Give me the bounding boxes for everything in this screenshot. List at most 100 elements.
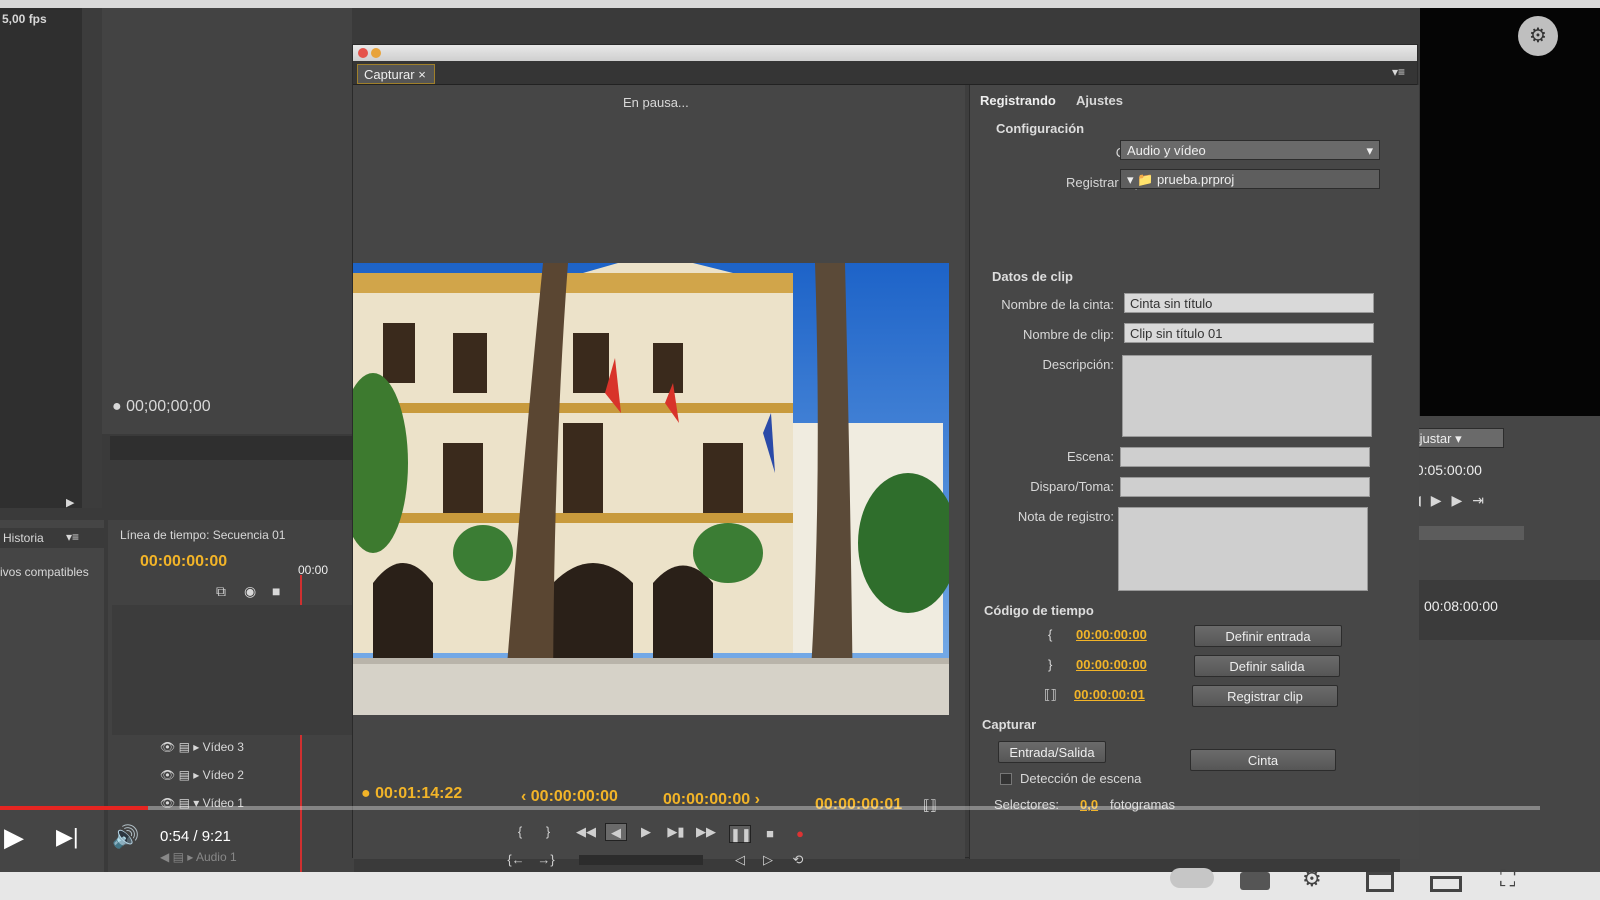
logging-pane: Registrando Ajustes Configuración Captur… bbox=[969, 85, 1419, 859]
source-scrub-bar[interactable] bbox=[110, 436, 352, 460]
description-field[interactable] bbox=[1122, 355, 1372, 437]
shot-take-field[interactable] bbox=[1120, 477, 1370, 497]
shot-take-label: Disparo/Toma: bbox=[1030, 479, 1114, 494]
in-point-display[interactable]: ‹ 00:00:00:00 bbox=[521, 788, 618, 806]
log-note-field[interactable] bbox=[1118, 507, 1368, 591]
panel-menu-icon[interactable]: ▾≡ bbox=[1392, 65, 1405, 79]
timeline-tracks-area bbox=[112, 605, 354, 735]
next-icon[interactable]: ▶| bbox=[56, 824, 79, 850]
fit-dropdown[interactable]: Ajustar ▾ bbox=[1404, 428, 1504, 448]
timecode-section-title: Código de tiempo bbox=[984, 603, 1094, 618]
duration-display[interactable]: 00:00:00:01 bbox=[815, 796, 902, 814]
fps-label: 5,00 fps bbox=[2, 12, 47, 26]
tape-name-label: Nombre de la cinta: bbox=[1001, 297, 1114, 312]
step-back-icon[interactable]: ◀ bbox=[605, 823, 627, 841]
clip-data-section-title: Datos de clip bbox=[992, 269, 1073, 284]
capture-dropdown[interactable]: Audio y vídeo ▾ bbox=[1120, 140, 1380, 160]
track-video-2[interactable]: 👁 ▤ ▸ Vídeo 2 bbox=[160, 768, 244, 782]
log-clip-button[interactable]: Registrar clip bbox=[1192, 685, 1338, 707]
record-icon[interactable]: ● bbox=[789, 825, 811, 843]
minimize-window-icon[interactable] bbox=[371, 48, 381, 58]
set-out-icon[interactable]: } bbox=[537, 823, 559, 841]
current-timecode[interactable]: ● 00:01:14:22 bbox=[361, 785, 462, 803]
project-panel bbox=[0, 8, 82, 508]
monitor-bezel-top bbox=[0, 0, 1600, 8]
stop-icon[interactable]: ■ bbox=[759, 825, 781, 843]
tape-button[interactable]: Cinta bbox=[1190, 749, 1336, 771]
scene-detect-checkbox[interactable] bbox=[1000, 773, 1012, 785]
tab-logging[interactable]: Registrando bbox=[980, 93, 1056, 108]
volume-icon[interactable]: 🔊 bbox=[112, 824, 139, 850]
set-in-icon[interactable]: { bbox=[509, 823, 531, 841]
capture-tabbar: Capturar × ▾≡ bbox=[353, 61, 1417, 85]
tc-duration-value[interactable]: 00:00:00:01 bbox=[1074, 687, 1145, 702]
program-transport-icons[interactable]: ◀▶▶⇥ bbox=[1410, 492, 1494, 509]
duration-small-icon: ⟦⟧ bbox=[1044, 687, 1057, 702]
subtitles-icon[interactable] bbox=[1240, 872, 1270, 890]
play-small-icon[interactable]: ▶ bbox=[66, 496, 74, 509]
program-time-2: 00:08:00:00 bbox=[1424, 598, 1498, 614]
video-frame-image bbox=[353, 263, 949, 715]
compatible-label: ivos compatibles bbox=[0, 565, 89, 579]
video-frame bbox=[353, 263, 949, 715]
config-section-title: Configuración bbox=[996, 121, 1085, 136]
program-monitor-view bbox=[1420, 8, 1600, 416]
lock-icon[interactable]: ■ bbox=[272, 583, 280, 599]
monitor-bezel-bottom bbox=[0, 872, 1600, 900]
video-progress-fill bbox=[0, 806, 148, 810]
in-out-button[interactable]: Entrada/Salida bbox=[998, 741, 1106, 763]
rewind-icon[interactable]: ◀◀ bbox=[575, 823, 597, 841]
step-forward-icon[interactable]: ▶▮ bbox=[665, 823, 687, 841]
screen: 5,00 fps ▶ ● 00;00;00;00 Historia ▾≡ ivo… bbox=[0, 0, 1600, 900]
snap-icon[interactable]: ⧉ bbox=[216, 583, 226, 600]
source-timecode: ● 00;00;00;00 bbox=[112, 398, 211, 415]
window-titlebar[interactable] bbox=[353, 45, 1417, 61]
goto-in-icon[interactable]: {← bbox=[505, 851, 527, 869]
timeline-timecode[interactable]: 00:00:00:00 bbox=[140, 553, 227, 571]
goto-out-icon[interactable]: →} bbox=[535, 851, 557, 869]
capture-section-title: Capturar bbox=[982, 717, 1037, 732]
timeline-ruler-start: 00:00 bbox=[298, 563, 329, 577]
project-scrollbar[interactable] bbox=[82, 8, 102, 508]
play-icon[interactable]: ▶ bbox=[4, 822, 24, 853]
tab-capture[interactable]: Capturar × bbox=[357, 64, 435, 84]
set-in-button[interactable]: Definir entrada bbox=[1194, 625, 1342, 647]
panel-menu-icon[interactable]: ▾≡ bbox=[66, 530, 79, 544]
tape-name-field[interactable]: Cinta sin título bbox=[1124, 293, 1374, 313]
fast-forward-icon[interactable]: ▶▶ bbox=[695, 823, 717, 841]
capture-preview: En pausa... ● 00:01:14:22 ‹ 00:00:00:00 … bbox=[353, 85, 965, 867]
video-progress-track[interactable] bbox=[0, 806, 1540, 810]
jog-bar[interactable] bbox=[579, 855, 703, 865]
scene-search-icon[interactable]: ⟲ bbox=[787, 851, 809, 869]
fullscreen-icon[interactable]: ⛶ bbox=[1500, 866, 1515, 892]
time-display: 0:54 / 9:21 bbox=[160, 828, 231, 845]
app-badge-icon[interactable]: ⚙ bbox=[1518, 16, 1558, 56]
settings-icon[interactable]: ⚙ bbox=[1302, 866, 1322, 892]
close-window-icon[interactable] bbox=[358, 48, 368, 58]
description-label: Descripción: bbox=[1042, 357, 1114, 372]
miniplayer-icon[interactable] bbox=[1366, 872, 1394, 892]
track-video-3[interactable]: 👁 ▤ ▸ Vídeo 3 bbox=[160, 740, 244, 754]
slow-reverse-icon[interactable]: ◁ bbox=[729, 851, 751, 869]
clip-name-label: Nombre de clip: bbox=[1022, 327, 1114, 342]
play-icon[interactable]: ▶ bbox=[635, 823, 657, 841]
slow-play-icon[interactable]: ▷ bbox=[757, 851, 779, 869]
pause-icon[interactable]: ❚❚ bbox=[729, 825, 752, 843]
marker-icon[interactable]: ◉ bbox=[244, 583, 256, 600]
theater-mode-icon[interactable] bbox=[1430, 876, 1462, 892]
timeline-title[interactable]: Línea de tiempo: Secuencia 01 bbox=[120, 528, 285, 542]
program-time-1: 00:05:00:00 bbox=[1408, 462, 1482, 478]
tc-out-value[interactable]: 00:00:00:00 bbox=[1076, 657, 1147, 672]
program-jog[interactable] bbox=[1404, 526, 1524, 540]
scene-detect-label: Detección de escena bbox=[1020, 771, 1142, 786]
history-tab[interactable]: Historia bbox=[3, 531, 44, 545]
log-note-label: Nota de registro: bbox=[1017, 509, 1114, 524]
clip-name-field[interactable]: Clip sin título 01 bbox=[1124, 323, 1374, 343]
tc-in-value[interactable]: 00:00:00:00 bbox=[1076, 627, 1147, 642]
scene-field[interactable] bbox=[1120, 447, 1370, 467]
log-clips-dropdown[interactable]: ▾ 📁 prueba.prproj bbox=[1120, 169, 1380, 189]
autoplay-toggle[interactable] bbox=[1170, 868, 1214, 888]
tab-settings[interactable]: Ajustes bbox=[1076, 93, 1123, 108]
track-audio-1[interactable]: ◀ ▤ ▸ Audio 1 bbox=[160, 850, 237, 864]
set-out-button[interactable]: Definir salida bbox=[1194, 655, 1340, 677]
